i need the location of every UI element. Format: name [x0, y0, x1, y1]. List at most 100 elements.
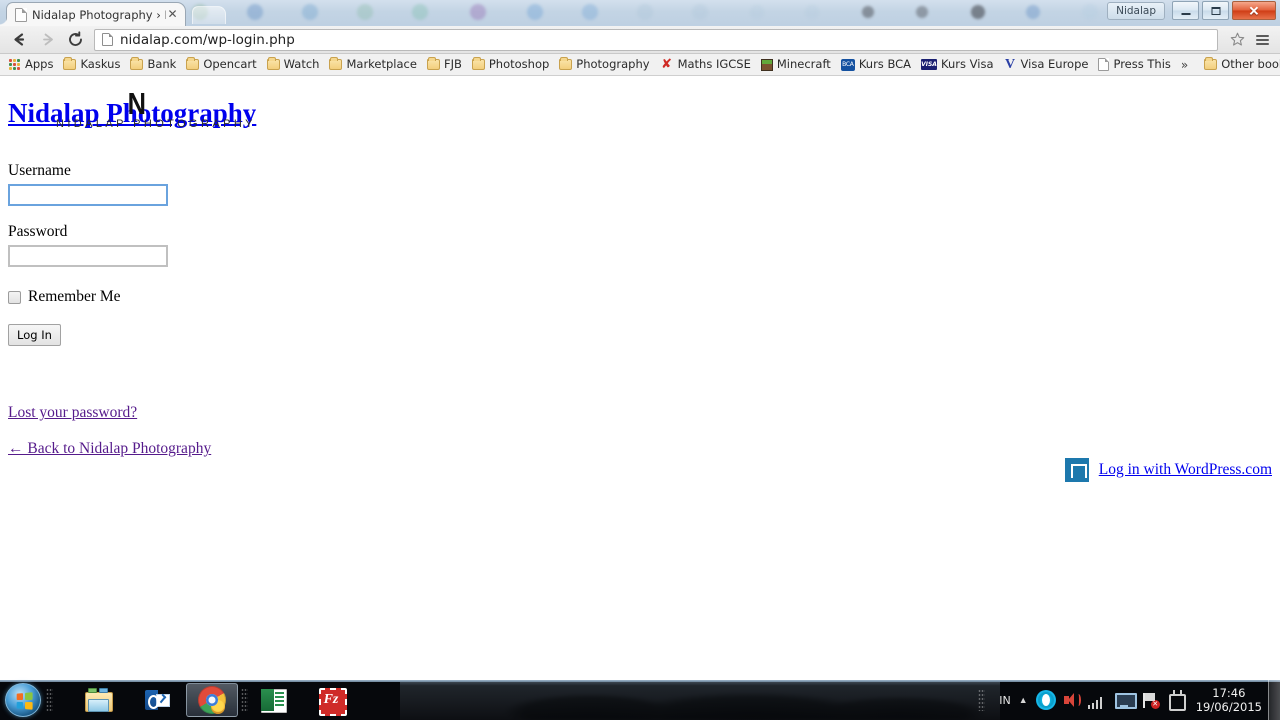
- clock-date: 19/06/2015: [1195, 700, 1262, 714]
- maximize-button[interactable]: [1202, 1, 1229, 20]
- start-button[interactable]: [5, 683, 41, 717]
- bookmark-kurs-visa[interactable]: VISA Kurs Visa: [916, 55, 998, 74]
- bookmark-apps[interactable]: Apps: [4, 55, 58, 74]
- minecraft-block-icon: [760, 58, 773, 71]
- bookmark-marketplace[interactable]: Marketplace: [324, 55, 421, 74]
- new-tab-button[interactable]: [192, 6, 226, 24]
- hamburger-bar: [1255, 34, 1269, 37]
- bookmark-minecraft[interactable]: Minecraft: [756, 55, 836, 74]
- bookmark-kaskus[interactable]: Kaskus: [58, 55, 125, 74]
- opera-icon[interactable]: [1035, 690, 1056, 710]
- bookmark-maths-igcse[interactable]: ✘ Maths IGCSE: [655, 55, 756, 74]
- bookmark-label: Press This: [1113, 57, 1171, 71]
- browser-tab[interactable]: Nidalap Photography › Lo ✕: [6, 2, 186, 26]
- taskbar-item-microsoft-excel[interactable]: X: [247, 683, 299, 717]
- taskbar-item-filezilla[interactable]: [305, 683, 357, 717]
- tray-grip[interactable]: [978, 689, 986, 711]
- close-icon: ✕: [1248, 3, 1260, 18]
- chrome-browser-window: Nidalap Photography › Lo ✕ Nidalap ✕ nid…: [0, 0, 1280, 680]
- bookmark-photoshop[interactable]: Photoshop: [467, 55, 554, 74]
- taskbar-item-microsoft-outlook[interactable]: [131, 683, 183, 717]
- windows-logo-icon: [16, 692, 33, 710]
- star-icon: [1230, 32, 1244, 46]
- show-desktop-button[interactable]: [1268, 680, 1280, 720]
- password-input[interactable]: [8, 245, 168, 267]
- folder-icon: [130, 57, 144, 70]
- bookmark-label: Opencart: [203, 57, 257, 71]
- username-input[interactable]: [8, 184, 168, 206]
- bookmark-watch[interactable]: Watch: [262, 55, 325, 74]
- folder-icon: [559, 57, 573, 70]
- bca-logo-icon: BCA: [840, 58, 855, 71]
- bookmark-other-bookmarks[interactable]: Other bookmarks: [1199, 55, 1280, 74]
- close-window-button[interactable]: ✕: [1232, 1, 1276, 20]
- page-icon: [102, 33, 113, 46]
- bookmark-kurs-bca[interactable]: BCA Kurs BCA: [836, 55, 916, 74]
- system-tray: IN ▲ ✕ 17:46 19/06/2015: [978, 680, 1280, 720]
- forward-button[interactable]: [34, 28, 60, 52]
- bookmark-label: Apps: [25, 57, 54, 71]
- folder-icon: [266, 57, 280, 70]
- bookmark-opencart[interactable]: Opencart: [181, 55, 261, 74]
- log-in-button[interactable]: Log In: [8, 324, 61, 346]
- remember-me-row[interactable]: Remember Me: [8, 288, 1280, 306]
- taskbar-grip[interactable]: [46, 688, 53, 712]
- lost-password-link[interactable]: Lost your password?: [8, 404, 137, 422]
- maximize-icon: [1211, 6, 1220, 15]
- clock-time: 17:46: [1212, 686, 1246, 700]
- address-bar[interactable]: nidalap.com/wp-login.php: [94, 28, 1218, 51]
- browser-toolbar: nidalap.com/wp-login.php: [0, 26, 1280, 54]
- language-indicator[interactable]: IN: [999, 694, 1010, 707]
- signal-icon[interactable]: [1087, 696, 1108, 709]
- username-field-group: Username: [0, 162, 1280, 206]
- bookmark-label: Other bookmarks: [1221, 57, 1280, 71]
- bookmark-label: Kurs Visa: [941, 57, 994, 71]
- wordpress-login-page: Nidalap Photography N NIDALAP PHOTOGRAPH…: [0, 78, 1280, 680]
- bookmark-label: Marketplace: [346, 57, 417, 71]
- show-hidden-icons-button[interactable]: ▲: [1019, 695, 1028, 705]
- user-profile-button[interactable]: Nidalap: [1107, 1, 1165, 20]
- hamburger-bar: [1255, 38, 1269, 41]
- taskbar-item-windows-explorer[interactable]: [72, 683, 124, 717]
- power-icon[interactable]: [1166, 690, 1186, 711]
- folder-icon: [63, 57, 77, 70]
- folder-icon: [329, 57, 343, 70]
- bookmark-star-button[interactable]: [1226, 29, 1248, 51]
- clock[interactable]: 17:46 19/06/2015: [1196, 686, 1262, 714]
- windows-taskbar: X IN ▲ ✕ 17:46 19/06/2015: [0, 680, 1280, 720]
- bookmark-press-this[interactable]: Press This: [1093, 55, 1175, 74]
- taskbar-item-google-chrome[interactable]: [186, 683, 238, 717]
- forward-arrow-icon: [42, 33, 53, 46]
- reload-button[interactable]: [62, 28, 88, 52]
- chrome-menu-button[interactable]: [1250, 28, 1274, 52]
- close-icon[interactable]: ✕: [166, 7, 179, 21]
- bookmark-label: Kurs BCA: [858, 57, 912, 71]
- windows-explorer-icon: [84, 686, 113, 714]
- remember-me-label: Remember Me: [28, 288, 121, 305]
- folder-icon: [186, 57, 200, 70]
- wordpress-login-link[interactable]: Log in with WordPress.com: [1099, 461, 1272, 479]
- site-title-block: Nidalap Photography N NIDALAP PHOTOGRAPH…: [8, 88, 1280, 138]
- bookmark-label: Photography: [576, 57, 650, 71]
- back-to-site-link[interactable]: ← Back to Nidalap Photography: [8, 440, 211, 458]
- bookmark-bank[interactable]: Bank: [125, 55, 181, 74]
- bookmark-fjb[interactable]: FJB: [422, 55, 467, 74]
- site-title-link[interactable]: Nidalap Photography: [8, 98, 256, 129]
- back-to-site-row: ← Back to Nidalap Photography: [0, 440, 1280, 458]
- remember-me-checkbox[interactable]: [8, 290, 21, 304]
- wordpress-login-row[interactable]: Log in with WordPress.com: [1064, 458, 1272, 482]
- minimize-button[interactable]: [1172, 1, 1199, 20]
- microsoft-outlook-icon: [143, 686, 171, 714]
- bookmark-photography[interactable]: Photography: [554, 55, 654, 74]
- network-icon[interactable]: ✕: [1140, 690, 1160, 710]
- volume-icon[interactable]: [1062, 690, 1082, 710]
- reload-icon: [68, 31, 82, 46]
- back-button[interactable]: [6, 28, 32, 52]
- display-icon[interactable]: [1114, 690, 1137, 710]
- bookmarks-overflow-button[interactable]: »: [1176, 58, 1193, 72]
- bookmark-visa-europe[interactable]: V Visa Europe: [999, 55, 1094, 74]
- page-icon: [15, 7, 27, 22]
- folder-icon: [471, 57, 485, 70]
- bookmark-label: FJB: [443, 57, 462, 71]
- window-caption-buttons: Nidalap ✕: [1107, 1, 1276, 20]
